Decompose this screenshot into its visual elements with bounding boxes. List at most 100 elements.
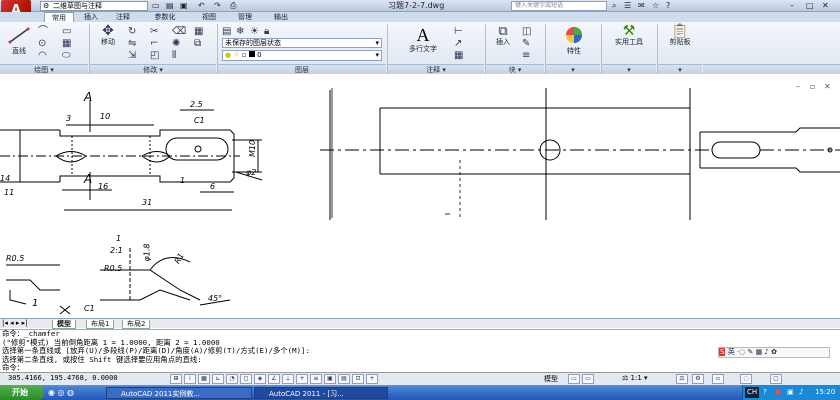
volume-icon[interactable]: ♪ bbox=[799, 385, 803, 400]
layer-state-dropdown[interactable]: 未保存的图层状态 ▾ bbox=[222, 38, 382, 48]
minimize-icon[interactable]: – bbox=[790, 0, 794, 12]
current-layer-dropdown[interactable]: ● ☼ ▫ 0 ▾ bbox=[222, 50, 382, 61]
search-input[interactable]: 键入关键字或短语 bbox=[511, 1, 607, 11]
table-icon[interactable]: ▦ bbox=[454, 50, 463, 61]
taskbar-item-tutorial[interactable]: AutoCAD 2011实例教... bbox=[106, 387, 252, 399]
polyline-icon[interactable]: ⌒ bbox=[38, 26, 48, 37]
viewport-restore-icon[interactable]: ▫ bbox=[810, 82, 815, 91]
multiline-text-button[interactable]: A 多行文字 bbox=[398, 26, 448, 58]
maximize-icon[interactable]: □ bbox=[806, 0, 814, 12]
quick-view-layouts[interactable]: ▭ bbox=[568, 374, 580, 384]
model-space-label[interactable]: 模型 bbox=[544, 374, 558, 384]
insert-block-button[interactable]: ⧉ 插入 bbox=[490, 25, 516, 56]
snap-toggle[interactable]: ⁞ bbox=[184, 374, 196, 384]
create-block-icon[interactable]: ◫ bbox=[522, 26, 531, 37]
clean-screen-icon[interactable]: ▢ bbox=[770, 374, 782, 384]
layer-lock-icon[interactable]: 🔒︎ bbox=[264, 26, 269, 37]
offset-icon[interactable]: ⫴ bbox=[172, 50, 176, 61]
tab-parametric[interactable]: 参数化 bbox=[142, 12, 188, 22]
utilities-panel-label[interactable]: ▾ bbox=[602, 64, 656, 74]
annotation-panel-label[interactable]: 注释 ▾ bbox=[388, 64, 484, 74]
transparency-toggle[interactable]: ▣ bbox=[324, 374, 336, 384]
stretch-icon[interactable]: ⇲ bbox=[128, 50, 136, 61]
start-button[interactable]: 开始 bbox=[0, 385, 44, 400]
attribute-icon[interactable]: ≡ bbox=[522, 50, 530, 61]
open-icon[interactable]: ▤ bbox=[166, 1, 174, 11]
lineweight-toggle[interactable]: ≡ bbox=[310, 374, 322, 384]
quick-properties-toggle[interactable]: ▤ bbox=[338, 374, 350, 384]
edit-block-icon[interactable]: ✎ bbox=[522, 38, 530, 49]
tab-insert[interactable]: 插入 bbox=[76, 12, 106, 22]
mirror-icon[interactable]: ⇋ bbox=[128, 38, 136, 49]
hatch-icon[interactable]: ▦ bbox=[62, 38, 71, 49]
grid-toggle[interactable]: ▦ bbox=[198, 374, 210, 384]
tab-annotate[interactable]: 注释 bbox=[108, 12, 138, 22]
infer-constraints-toggle[interactable]: ⊞ bbox=[170, 374, 182, 384]
tab-home[interactable]: 常用 bbox=[44, 12, 74, 22]
undo-icon[interactable]: ↶ bbox=[198, 1, 205, 11]
tab-nav-icons[interactable]: |◂ ◂ ▸ ▸| bbox=[2, 319, 27, 327]
ucs-toggle[interactable]: ⊥ bbox=[282, 374, 294, 384]
tab-layout2[interactable]: 布局2 bbox=[122, 320, 151, 329]
help-icon[interactable]: ? bbox=[763, 385, 767, 400]
tab-manage[interactable]: 管理 bbox=[228, 12, 262, 22]
properties-button[interactable]: 特性 bbox=[552, 26, 596, 58]
save-icon[interactable]: ▣ bbox=[180, 1, 188, 11]
draw-panel-label[interactable]: 绘图 ▾ bbox=[0, 64, 88, 74]
selection-cycling-toggle[interactable]: ⊡ bbox=[352, 374, 364, 384]
layer-properties-icon[interactable]: ▤ bbox=[222, 26, 231, 37]
tab-view[interactable]: 视图 bbox=[192, 12, 226, 22]
dyn-toggle[interactable]: + bbox=[296, 374, 308, 384]
copy-icon[interactable]: ⧉ bbox=[194, 38, 201, 49]
close-icon[interactable]: ✕ bbox=[822, 0, 829, 12]
help-icon[interactable]: ? bbox=[666, 0, 670, 12]
rotate-icon[interactable]: ↻ bbox=[128, 26, 136, 37]
array-icon[interactable]: ▦ bbox=[194, 26, 203, 37]
erase-icon[interactable]: ⌫ bbox=[172, 26, 186, 37]
annotation-visibility[interactable]: ⚖ bbox=[676, 374, 688, 384]
drawing-canvas[interactable]: A 3 10 2.5 C1 M10 A 16 1 6 φ2 31 14 11 R… bbox=[0, 82, 840, 318]
clock[interactable]: 15:20 bbox=[815, 385, 835, 400]
move-button[interactable]: ✥ 移动 bbox=[94, 24, 122, 56]
utilities-button[interactable]: ⚒ 实用工具 bbox=[606, 24, 652, 58]
annotation-scale[interactable]: ⚖ 1:1 ▾ bbox=[622, 374, 648, 382]
scale-icon[interactable]: ◰ bbox=[150, 50, 159, 61]
quick-view-drawings[interactable]: ▭ bbox=[582, 374, 594, 384]
quicklaunch-icons[interactable]: ◉ ◎ ◍ bbox=[48, 388, 74, 397]
favorites-icon[interactable]: ☆ bbox=[652, 0, 659, 12]
antivirus-icon[interactable]: ● bbox=[775, 385, 781, 400]
layers-panel-label[interactable]: 图层 bbox=[218, 64, 386, 74]
workspace-switching-icon[interactable]: ⚙ bbox=[692, 374, 704, 384]
otrack-toggle[interactable]: ∠ bbox=[268, 374, 280, 384]
modify-panel-label[interactable]: 修改 ▾ bbox=[90, 64, 216, 74]
annotation-monitor-toggle[interactable]: + bbox=[366, 374, 378, 384]
clipboard-panel-label[interactable]: ▾ bbox=[658, 64, 702, 74]
viewport-close-icon[interactable]: ✕ bbox=[824, 82, 831, 91]
lock-icon[interactable]: ▫ bbox=[712, 374, 724, 384]
polar-toggle[interactable]: ◔ bbox=[226, 374, 238, 384]
rectangle-icon[interactable]: ▭ bbox=[62, 26, 71, 37]
network-icon[interactable]: ▣ bbox=[787, 385, 794, 400]
multileader-icon[interactable]: ↗ bbox=[454, 38, 462, 49]
language-indicator[interactable]: CH bbox=[745, 387, 760, 398]
properties-panel-label[interactable]: ▾ bbox=[546, 64, 600, 74]
redo-icon[interactable]: ↷ bbox=[214, 1, 221, 11]
circle-icon[interactable]: ⊙ bbox=[38, 38, 46, 49]
explode-icon[interactable]: ✺ bbox=[172, 38, 180, 49]
subscription-icon[interactable]: ☰ bbox=[624, 0, 631, 12]
workspace-switcher[interactable]: ⚙ 二维草图与注释 bbox=[40, 1, 148, 11]
line-button[interactable]: 直线 bbox=[6, 26, 32, 56]
command-window[interactable]: 命令：_chamfer ("修剪"模式) 当前倒角距离 1 = 1.0000, … bbox=[0, 329, 840, 372]
viewport-minimize-icon[interactable]: – bbox=[796, 82, 800, 91]
tab-layout1[interactable]: 布局1 bbox=[86, 320, 115, 329]
ime-toolbar[interactable]: S 英 ·◌ ✎ ▦ ♪ ✿ bbox=[718, 347, 830, 358]
communication-icon[interactable]: ✉ bbox=[638, 0, 645, 12]
clipboard-button[interactable]: 📋︎ 剪贴板 bbox=[662, 24, 698, 58]
3d-osnap-toggle[interactable]: ◈ bbox=[254, 374, 266, 384]
tab-model[interactable]: 模型 bbox=[52, 320, 76, 329]
linear-dimension-icon[interactable]: ⊢ bbox=[454, 26, 463, 37]
taskbar-item-autocad[interactable]: AutoCAD 2011 - [习... bbox=[254, 387, 388, 399]
isolate-objects-icon[interactable]: ◌ bbox=[740, 374, 752, 384]
layer-freeze-icon[interactable]: ❄ bbox=[236, 26, 244, 37]
tab-output[interactable]: 输出 bbox=[264, 12, 298, 22]
